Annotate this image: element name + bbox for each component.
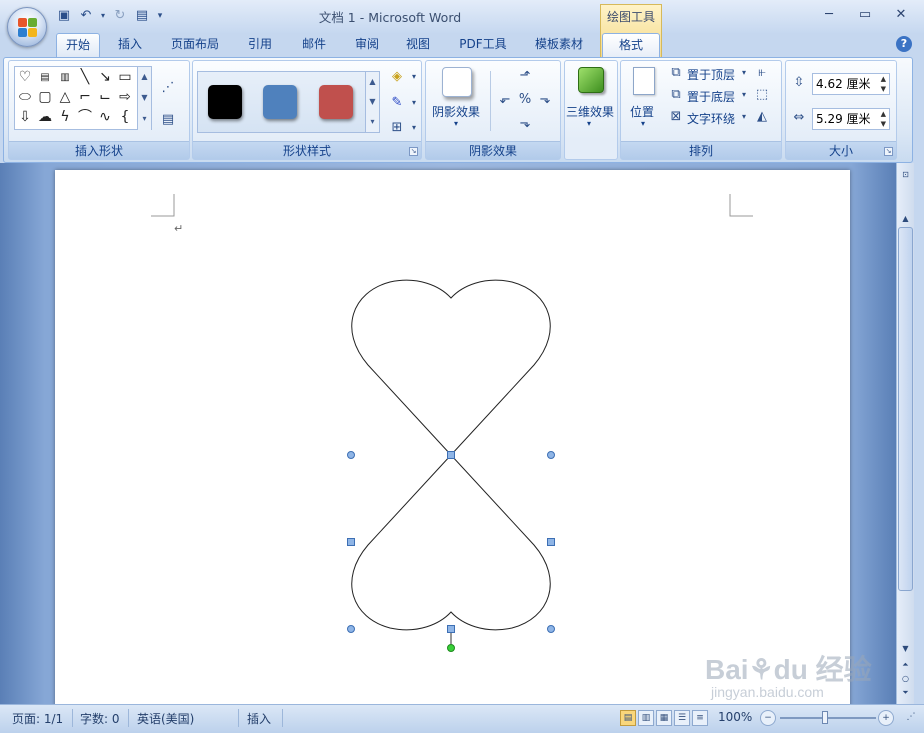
scrollbar-thumb[interactable]	[898, 227, 913, 591]
office-logo-icon	[18, 18, 38, 38]
rotation-handle[interactable]	[447, 644, 455, 652]
selection-handle-bottom-left[interactable]	[347, 625, 355, 633]
zoom-slider-track[interactable]	[780, 717, 876, 719]
status-separator	[72, 709, 73, 727]
browse-object-icon[interactable]: ○	[898, 671, 913, 686]
bottom-heart-shape[interactable]	[351, 454, 551, 631]
office-button[interactable]	[7, 7, 47, 47]
selection-handle-top-left[interactable]	[347, 451, 355, 459]
vertical-scrollbar[interactable]: ⊡ ▲ ▼ ⏶ ○ ⏷	[896, 163, 914, 704]
language-indicator[interactable]: 英语(美国)	[137, 710, 194, 727]
selection-handle-bottom-right[interactable]	[547, 625, 555, 633]
selection-handle-middle-left[interactable]	[347, 538, 355, 546]
selection-handle-top-middle[interactable]	[447, 451, 455, 459]
status-bar: 页面: 1/1 字数: 0 英语(美国) 插入 ▤ ▥ ▦ ☰ ≡ 100% −…	[0, 704, 924, 733]
zoom-slider-thumb[interactable]	[822, 711, 828, 724]
status-separator	[282, 709, 283, 727]
ruler-toggle-icon[interactable]: ⊡	[898, 167, 913, 182]
web-layout-icon[interactable]: ▦	[656, 710, 672, 726]
zoom-in-icon[interactable]: +	[878, 710, 894, 726]
top-heart-shape[interactable]	[351, 279, 551, 456]
scroll-up-icon[interactable]: ▲	[898, 211, 913, 226]
next-page-icon[interactable]: ⏷	[898, 685, 913, 700]
full-screen-reading-icon[interactable]: ▥	[638, 710, 654, 726]
selection-handle-middle-right[interactable]	[547, 538, 555, 546]
word-count[interactable]: 字数: 0	[80, 710, 120, 727]
selection-handle-top-right[interactable]	[547, 451, 555, 459]
scroll-down-icon[interactable]: ▼	[898, 641, 913, 656]
draft-view-icon[interactable]: ≡	[692, 710, 708, 726]
resize-grip-icon[interactable]: ⋰	[903, 710, 919, 726]
outline-view-icon[interactable]: ☰	[674, 710, 690, 726]
status-separator	[238, 709, 239, 727]
drawing-canvas	[347, 279, 555, 652]
insert-mode-indicator[interactable]: 插入	[247, 710, 271, 727]
page-count[interactable]: 页面: 1/1	[12, 710, 63, 727]
zoom-level[interactable]: 100%	[718, 710, 752, 724]
status-separator	[128, 709, 129, 727]
zoom-out-icon[interactable]: −	[760, 710, 776, 726]
print-layout-view-icon[interactable]: ▤	[620, 710, 636, 726]
selection-handle-bottom-middle[interactable]	[447, 625, 455, 633]
previous-page-icon[interactable]: ⏶	[898, 657, 913, 672]
